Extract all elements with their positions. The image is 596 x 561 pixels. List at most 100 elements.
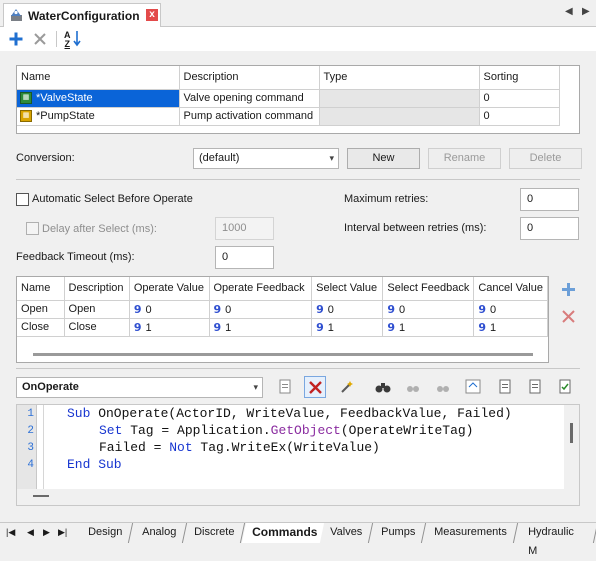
column-header-description[interactable]: Description: [179, 66, 320, 90]
check-document-icon: [559, 379, 571, 394]
first-tab-icon[interactable]: |◀: [6, 527, 15, 538]
auto-select-label: Automatic Select Before Operate: [32, 193, 193, 205]
delay-input[interactable]: 1000: [215, 217, 274, 240]
table-row[interactable]: ▦ *PumpState Pump activation command 0: [17, 107, 560, 126]
column-header-sorting[interactable]: Sorting: [479, 66, 560, 90]
tab-design[interactable]: Design: [77, 523, 134, 543]
feedback-timeout-input[interactable]: 0: [215, 246, 274, 269]
type-type-cell[interactable]: [319, 89, 480, 108]
value-type-icon: 9: [316, 302, 324, 316]
max-retries-input[interactable]: 0: [520, 188, 579, 211]
select-value-cell[interactable]: 90: [311, 300, 384, 319]
line-number: 1: [27, 408, 34, 420]
scrollbar-thumb[interactable]: [570, 423, 573, 443]
add-value-button[interactable]: [559, 281, 577, 299]
script-event-dropdown[interactable]: OnOperate ▾: [16, 377, 263, 398]
type-name-cell[interactable]: ▦ *ValveState: [17, 89, 180, 108]
operate-feedback-cell[interactable]: 91: [209, 318, 313, 337]
select-value-cell[interactable]: 91: [311, 318, 384, 337]
insert-button[interactable]: [274, 376, 296, 398]
cancel-value-cell[interactable]: 90: [473, 300, 548, 319]
code-line[interactable]: Set Tag = Application.GetObject(OperateW…: [99, 423, 473, 438]
sort-button[interactable]: A Z: [62, 29, 82, 49]
cancel-value-cell[interactable]: 91: [473, 318, 548, 337]
script-editor[interactable]: 1 2 3 4 Sub OnOperate(ActorID, WriteValu…: [16, 404, 580, 506]
column-header-type[interactable]: Type: [319, 66, 480, 90]
scrollbar-thumb[interactable]: [33, 495, 49, 497]
tab-measurements[interactable]: Measurements: [423, 523, 518, 543]
code-line[interactable]: Failed = Not Tag.WriteEx(WriteValue): [99, 440, 380, 455]
find-next-button[interactable]: [402, 376, 424, 398]
tab-analog[interactable]: Analog: [131, 523, 188, 543]
find-previous-button[interactable]: [432, 376, 454, 398]
code-text: Tag.WriteEx(WriteValue): [192, 440, 380, 455]
operate-feedback-text: 0: [225, 303, 232, 316]
table-row[interactable]: Close Close 91 91 91 91 91: [17, 318, 548, 337]
value-name-cell[interactable]: Close: [17, 318, 65, 337]
delete-button[interactable]: [30, 29, 50, 49]
type-description-cell[interactable]: Pump activation command: [179, 107, 320, 126]
code-line[interactable]: End Sub: [67, 457, 122, 472]
table-row[interactable]: Open Open 90 90 90 90 90: [17, 300, 548, 319]
new-button[interactable]: New: [347, 148, 420, 169]
type-sorting-cell[interactable]: 0: [479, 89, 560, 108]
table-row[interactable]: ▦ *ValveState Valve opening command 0: [17, 89, 560, 108]
close-tab-icon[interactable]: x: [146, 9, 158, 21]
column-header-operate-value[interactable]: Operate Value: [129, 277, 210, 301]
last-tab-icon[interactable]: ▶|: [58, 527, 67, 538]
delay-checkbox[interactable]: [26, 222, 39, 235]
column-header-name[interactable]: Name: [17, 277, 65, 301]
tab-discrete[interactable]: Discrete: [183, 523, 246, 543]
value-name-cell[interactable]: Open: [17, 300, 65, 319]
verify-button[interactable]: [554, 376, 576, 398]
uncomment-button[interactable]: [524, 376, 546, 398]
next-tab-icon[interactable]: ▶: [43, 527, 50, 538]
auto-select-checkbox[interactable]: [16, 193, 29, 206]
add-button[interactable]: [6, 29, 26, 49]
value-description-cell[interactable]: Open: [64, 300, 130, 319]
tab-scroll-left-icon[interactable]: ◀: [565, 6, 573, 17]
vertical-scrollbar[interactable]: [564, 405, 579, 505]
tab-scroll-right-icon[interactable]: ▶: [582, 6, 590, 17]
tab-label: Pumps: [381, 526, 416, 538]
clear-script-button[interactable]: [304, 376, 326, 398]
cancel-value-text: 0: [489, 303, 497, 316]
comment-button[interactable]: [494, 376, 516, 398]
column-header-select-value[interactable]: Select Value: [311, 277, 384, 301]
tab-commands[interactable]: Commands: [241, 523, 329, 543]
type-name-cell[interactable]: ▦ *PumpState: [17, 107, 180, 126]
horizontal-scrollbar[interactable]: [17, 489, 564, 505]
tab-valves[interactable]: Valves: [319, 523, 374, 543]
type-description-cell[interactable]: Valve opening command: [179, 89, 320, 108]
tab-hydraulic[interactable]: Hydraulic M: [519, 523, 596, 557]
operate-value-cell[interactable]: 90: [129, 300, 210, 319]
type-name-text: *PumpState: [36, 109, 95, 122]
column-header-description[interactable]: Description: [64, 277, 130, 301]
horizontal-scrollbar[interactable]: [33, 353, 533, 356]
wizard-button[interactable]: [336, 376, 358, 398]
rename-button[interactable]: Rename: [428, 148, 501, 169]
column-header-select-feedback[interactable]: Select Feedback: [382, 277, 475, 301]
column-header-cancel-value[interactable]: Cancel Value: [473, 277, 548, 301]
select-feedback-cell[interactable]: 91: [382, 318, 475, 337]
remove-value-button[interactable]: [559, 308, 577, 326]
conversion-dropdown[interactable]: (default) ▾: [193, 148, 339, 169]
previous-tab-icon[interactable]: ◀: [27, 527, 34, 538]
chevron-down-icon: ▾: [329, 153, 334, 163]
find-button[interactable]: [372, 376, 394, 398]
select-feedback-cell[interactable]: 90: [382, 300, 475, 319]
column-header-name[interactable]: Name: [17, 66, 180, 90]
operate-value-cell[interactable]: 91: [129, 318, 210, 337]
command-types-table: Name Description Type Sorting ▦ *ValveSta…: [17, 66, 560, 126]
document-tab[interactable]: WaterConfiguration x: [3, 3, 161, 27]
delete-conversion-button[interactable]: Delete: [509, 148, 582, 169]
value-description-cell[interactable]: Close: [64, 318, 130, 337]
replace-button[interactable]: [462, 376, 484, 398]
code-line[interactable]: Sub OnOperate(ActorID, WriteValue, Feedb…: [67, 406, 512, 421]
retry-interval-input[interactable]: 0: [520, 217, 579, 240]
operate-feedback-cell[interactable]: 90: [209, 300, 313, 319]
column-header-operate-feedback[interactable]: Operate Feedback: [209, 277, 313, 301]
type-sorting-cell[interactable]: 0: [479, 107, 560, 126]
tab-pumps[interactable]: Pumps: [370, 523, 427, 543]
type-type-cell[interactable]: [319, 107, 480, 126]
